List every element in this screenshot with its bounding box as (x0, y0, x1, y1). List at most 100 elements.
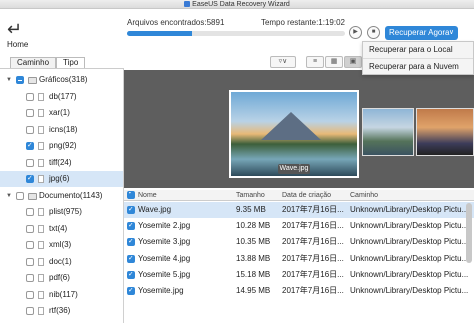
preview-view-button[interactable]: ▣ (344, 56, 362, 68)
tree-item[interactable]: rtf(36) (0, 303, 123, 319)
progress-bar-fill (127, 31, 193, 36)
filter-button[interactable]: ▿∨ (270, 56, 296, 68)
table-scrollbar[interactable] (466, 203, 472, 263)
preview-pane: Wave.jpg (124, 70, 474, 188)
preview-caption: Wave.jpg (278, 164, 310, 174)
column-header-path[interactable]: Caminho (350, 190, 474, 201)
tree-item[interactable]: tiff(24) (0, 155, 123, 171)
tree-checkbox[interactable] (26, 138, 34, 154)
play-button[interactable]: ▶ (349, 26, 362, 39)
expand-triangle-icon[interactable]: ▼ (6, 72, 12, 88)
row-checkbox[interactable] (127, 222, 135, 231)
tree-item[interactable]: txt(4) (0, 221, 123, 237)
grid-view-icon: ▦ (330, 58, 338, 65)
tree-item-label: icns(18) (49, 124, 78, 134)
list-view-button[interactable]: ≡ (306, 56, 324, 68)
tree-checkbox[interactable] (26, 224, 34, 233)
tree-item-label: db(177) (49, 91, 77, 101)
tree-item[interactable]: xml(3) (0, 237, 123, 253)
file-name: Yosemite 4.jpg (138, 253, 191, 263)
home-button[interactable]: ↵ Home (7, 20, 33, 49)
tree-checkbox[interactable] (26, 307, 34, 315)
tree-group[interactable]: ▼ Documento(1143) (0, 188, 123, 204)
tree-item[interactable]: db(177) (0, 89, 123, 105)
file-icon (38, 92, 44, 101)
window-title: EaseUS Data Recovery Wizard (192, 1, 290, 8)
row-checkbox[interactable] (127, 206, 135, 214)
file-date: 2017年7月16日... (282, 253, 344, 263)
file-table: Nome Tamanho Data de criação Caminho Wav… (124, 190, 474, 323)
stop-button[interactable]: ■ (367, 26, 380, 39)
file-icon (38, 224, 44, 233)
table-header: Nome Tamanho Data de criação Caminho (124, 190, 474, 201)
tree-item[interactable]: png(92) (0, 138, 123, 154)
table-row[interactable]: Yosemite 3.jpg 10.35 MB 2017年7月16日... Unkno… (124, 234, 474, 250)
list-view-icon: ≡ (312, 58, 318, 65)
file-size: 15.18 MB (236, 269, 271, 279)
recover-now-label: Recuperar Agora (389, 28, 450, 37)
tree-checkbox[interactable] (26, 290, 34, 299)
tree-item[interactable]: icns(18) (0, 122, 123, 138)
tree-item-label: Gráficos(318) (39, 75, 88, 84)
menu-item-recover-cloud[interactable]: Recuperar para a Nuvem (363, 58, 473, 74)
tree-item[interactable]: plist(975) (0, 204, 123, 220)
tree-item[interactable]: pdf(6) (0, 270, 123, 286)
file-name: Wave.jpg (138, 205, 172, 214)
tree-checkbox[interactable] (26, 171, 34, 187)
table-row[interactable]: Yosemite 5.jpg 15.18 MB 2017年7月16日... Unkno… (124, 267, 474, 283)
tree-item-label: xml(3) (49, 240, 72, 249)
preview-image-next[interactable] (362, 108, 414, 156)
tree-item[interactable]: doc(1) (0, 254, 123, 270)
tree-item-label: jpg(6) (49, 174, 70, 183)
tree-checkbox[interactable] (26, 241, 34, 249)
tree-item-label: png(92) (49, 141, 77, 150)
preview-image-next-2[interactable] (416, 108, 474, 156)
row-checkbox[interactable] (127, 287, 135, 295)
tree-item[interactable]: jpg(6) (0, 171, 123, 187)
file-path: Unknown/Library/Desktop Pictu... (350, 237, 469, 247)
file-name: Yosemite 5.jpg (138, 269, 191, 279)
tree-checkbox[interactable] (16, 76, 24, 84)
table-row[interactable]: Yosemite 2.jpg 10.28 MB 2017年7月16日... Unkno… (124, 218, 474, 234)
row-checkbox[interactable] (127, 270, 135, 279)
tree-item-label: doc(1) (49, 256, 72, 266)
recover-now-button[interactable]: Recuperar Agora ∨ (385, 26, 458, 40)
column-header-date[interactable]: Data de criação (282, 190, 354, 201)
tree-item-label: plist(975) (49, 207, 82, 216)
file-path: Unknown/Library/Desktop Pictu... (350, 269, 469, 279)
tree-item[interactable]: xar(1) (0, 105, 123, 121)
time-remaining-label: Tempo restante:1:19:02 (260, 18, 345, 27)
menu-item-recover-local[interactable]: Recuperar para o Local (363, 42, 473, 58)
tree-item-label: Documento(1143) (39, 190, 103, 200)
tree-group[interactable]: ▼ Gráficos(318) (0, 72, 123, 88)
tree-item-label: rtf(36) (49, 306, 71, 315)
tree-checkbox[interactable] (26, 208, 34, 216)
table-row[interactable]: Yosemite.jpg 14.95 MB 2017年7月16日... Unknown… (124, 283, 474, 299)
progress-bar (127, 31, 345, 36)
table-row[interactable]: Wave.jpg 9.35 MB 2017年7月16日... Unknown/Libr… (124, 202, 474, 218)
tree-item[interactable]: nib(117) (0, 287, 123, 303)
file-name: Yosemite 3.jpg (138, 237, 191, 247)
tree-checkbox[interactable] (26, 125, 34, 134)
grid-view-button[interactable]: ▦ (325, 56, 343, 68)
tree-checkbox[interactable] (26, 257, 34, 266)
file-date: 2017年7月16日... (282, 205, 344, 214)
column-header-size[interactable]: Tamanho (236, 190, 286, 201)
expand-triangle-icon[interactable]: ▼ (6, 188, 12, 204)
tree-checkbox[interactable] (26, 158, 34, 167)
row-checkbox[interactable] (127, 254, 135, 263)
tree-checkbox[interactable] (26, 274, 34, 282)
file-date: 2017年7月16日... (282, 286, 344, 295)
select-all-checkbox[interactable] (127, 191, 135, 199)
row-checkbox[interactable] (127, 238, 135, 247)
table-row[interactable]: Yosemite 4.jpg 13.88 MB 2017年7月16日... Unkno… (124, 251, 474, 267)
back-arrow-icon: ↵ (7, 19, 23, 39)
tree-checkbox[interactable] (16, 191, 24, 200)
tree-checkbox[interactable] (26, 92, 34, 101)
stop-icon: ■ (371, 29, 376, 35)
recover-menu: Recuperar para o Local Recuperar para a … (362, 41, 474, 75)
tree-checkbox[interactable] (26, 109, 34, 117)
file-icon (38, 109, 44, 117)
file-name: Yosemite 2.jpg (138, 221, 191, 231)
column-header-name[interactable]: Nome (138, 190, 222, 201)
